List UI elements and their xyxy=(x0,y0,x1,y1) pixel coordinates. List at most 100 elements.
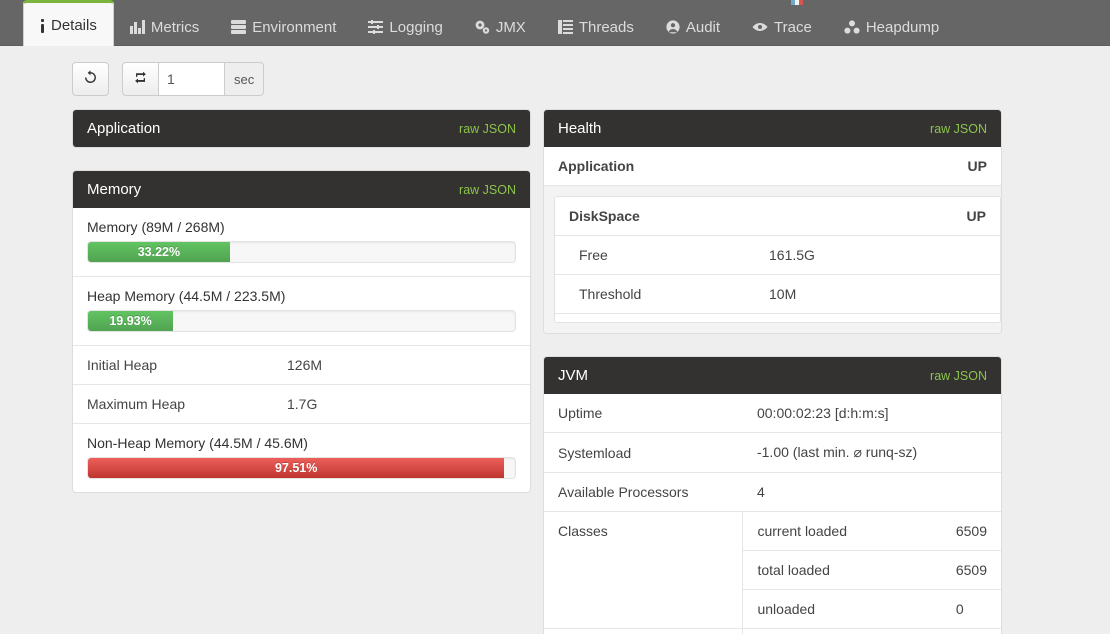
autorefresh-button[interactable] xyxy=(122,62,159,96)
panel-title: Application xyxy=(87,120,160,137)
row-key: current loaded xyxy=(743,512,942,551)
panel-memory: Memory raw JSON Memory (89M / 268M) 33.2… xyxy=(72,170,531,493)
raw-json-link[interactable]: raw JSON xyxy=(459,122,516,136)
tab-metrics[interactable]: Metrics xyxy=(114,8,215,46)
panel-health: Health raw JSON Application UP DiskS xyxy=(543,109,1002,334)
tab-label: Metrics xyxy=(151,19,199,36)
row-key: unloaded xyxy=(743,590,942,629)
panel-jvm: JVM raw JSON Uptime 00:00:02:23 [d:h:m:s… xyxy=(543,356,1002,634)
row-value: 00:00:02:23 [d:h:m:s] xyxy=(743,394,1001,433)
status-badge: UP xyxy=(755,197,1000,236)
tab-environment[interactable]: Environment xyxy=(215,8,352,46)
refresh-toolbar: sec xyxy=(0,46,1110,96)
panel-title: JVM xyxy=(558,367,588,384)
tab-logging[interactable]: Logging xyxy=(352,8,458,46)
tab-heapdump[interactable]: Heapdump xyxy=(828,8,955,46)
row-value: 0 xyxy=(942,590,1001,629)
sliders-icon xyxy=(368,20,383,34)
row-key: current xyxy=(743,629,942,634)
panel-header: Memory raw JSON xyxy=(73,171,530,208)
refresh-interval-input[interactable] xyxy=(159,62,225,96)
tab-threads[interactable]: Threads xyxy=(542,8,650,46)
tab-bar: Details Metrics Environment Logging JMX … xyxy=(0,0,1110,46)
table-row: Threshold 10M xyxy=(555,275,1000,314)
bar-chart-icon xyxy=(130,20,145,34)
heap-progress-fill: 19.93% xyxy=(88,311,173,331)
table-row: Systemload -1.00 (last min. ⌀ runq-sz) xyxy=(544,433,1001,473)
gears-icon xyxy=(475,20,490,34)
tab-label: Trace xyxy=(774,19,812,36)
raw-json-link[interactable]: raw JSON xyxy=(930,369,987,383)
nonheap-progress-fill: 97.51% xyxy=(88,458,504,478)
table-row: Classes current loaded 6509 xyxy=(544,512,1001,551)
raw-json-link[interactable]: raw JSON xyxy=(459,183,516,197)
cropped-top-element xyxy=(791,0,803,5)
table-row: Available Processors 4 xyxy=(544,473,1001,512)
health-application-label: Application xyxy=(544,147,858,186)
row-key: Maximum Heap xyxy=(73,385,273,424)
nonheap-bar-label: Non-Heap Memory (44.5M / 45.6M) xyxy=(87,435,516,451)
left-column: Application raw JSON Memory raw JSON Mem… xyxy=(72,109,531,509)
eye-icon xyxy=(752,20,768,34)
table-row: Maximum Heap 1.7G xyxy=(73,385,530,424)
health-nested-wrap: DiskSpace UP Free 161.5G Threshold xyxy=(544,186,1001,333)
raw-json-link[interactable]: raw JSON xyxy=(930,122,987,136)
row-value: 6509 xyxy=(942,551,1001,590)
row-value: 161.5G xyxy=(755,236,1000,275)
tab-label: JMX xyxy=(496,19,526,36)
jvm-threads-label: Threads xyxy=(544,629,743,634)
row-value: 4 xyxy=(743,473,1001,512)
tab-label: Threads xyxy=(579,19,634,36)
tab-label: Environment xyxy=(252,19,336,36)
memory-progress-fill: 33.22% xyxy=(88,242,230,262)
jvm-classes-label: Classes xyxy=(544,512,743,629)
table-row: Heap Memory (44.5M / 223.5M) 19.93% xyxy=(73,277,530,346)
table-row: Non-Heap Memory (44.5M / 45.6M) 97.51% xyxy=(73,424,530,493)
jvm-table: Uptime 00:00:02:23 [d:h:m:s] Systemload … xyxy=(544,394,1001,634)
table-row xyxy=(555,314,1000,323)
health-table: Application UP DiskSpace UP xyxy=(544,147,1001,333)
tab-label: Heapdump xyxy=(866,19,939,36)
refresh-button[interactable] xyxy=(72,62,109,96)
tab-trace[interactable]: Trace xyxy=(736,8,828,46)
user-circle-icon xyxy=(666,20,680,34)
tab-audit[interactable]: Audit xyxy=(650,8,736,46)
diskspace-label: DiskSpace xyxy=(555,197,755,236)
refresh-icon xyxy=(83,70,98,88)
row-value: 126M xyxy=(273,346,530,385)
panel-header: JVM raw JSON xyxy=(544,357,1001,394)
health-diskspace-card: DiskSpace UP Free 161.5G Threshold xyxy=(554,196,1001,323)
panel-application: Application raw JSON xyxy=(72,109,531,148)
table-row: Memory (89M / 268M) 33.22% xyxy=(73,208,530,277)
server-icon xyxy=(231,20,246,34)
table-row: Threads current 28 xyxy=(544,629,1001,634)
row-key: Available Processors xyxy=(544,473,743,512)
row-key: Initial Heap xyxy=(73,346,273,385)
memory-table: Memory (89M / 268M) 33.22% Heap Memory (… xyxy=(73,208,530,492)
table-row: DiskSpace UP Free 161.5G Threshold xyxy=(544,186,1001,334)
table-row: Initial Heap 126M xyxy=(73,346,530,385)
row-value: 28 xyxy=(942,629,1001,634)
memory-bar-label: Memory (89M / 268M) xyxy=(87,219,516,235)
tab-jmx[interactable]: JMX xyxy=(459,8,542,46)
row-key: Systemload xyxy=(544,433,743,473)
table-row: DiskSpace UP xyxy=(555,197,1000,236)
panel-header: Application raw JSON xyxy=(73,110,530,147)
diskspace-table: DiskSpace UP Free 161.5G Threshold xyxy=(555,197,1000,322)
info-icon xyxy=(40,19,45,33)
tab-details[interactable]: Details xyxy=(23,0,114,46)
autorefresh-icon xyxy=(133,70,148,88)
tab-label: Logging xyxy=(389,19,442,36)
panel-header: Health raw JSON xyxy=(544,110,1001,147)
nonheap-progress: 97.51% xyxy=(87,457,516,479)
row-key: Uptime xyxy=(544,394,743,433)
row-value: -1.00 (last min. ⌀ runq-sz) xyxy=(743,433,1001,473)
table-row: Free 161.5G xyxy=(555,236,1000,275)
table-row: Uptime 00:00:02:23 [d:h:m:s] xyxy=(544,394,1001,433)
right-column: Health raw JSON Application UP DiskS xyxy=(543,109,1002,634)
heap-progress: 19.93% xyxy=(87,310,516,332)
panel-title: Health xyxy=(558,120,601,137)
table-row: Application UP xyxy=(544,147,1001,186)
row-value: 1.7G xyxy=(273,385,530,424)
row-key: Threshold xyxy=(555,275,755,314)
